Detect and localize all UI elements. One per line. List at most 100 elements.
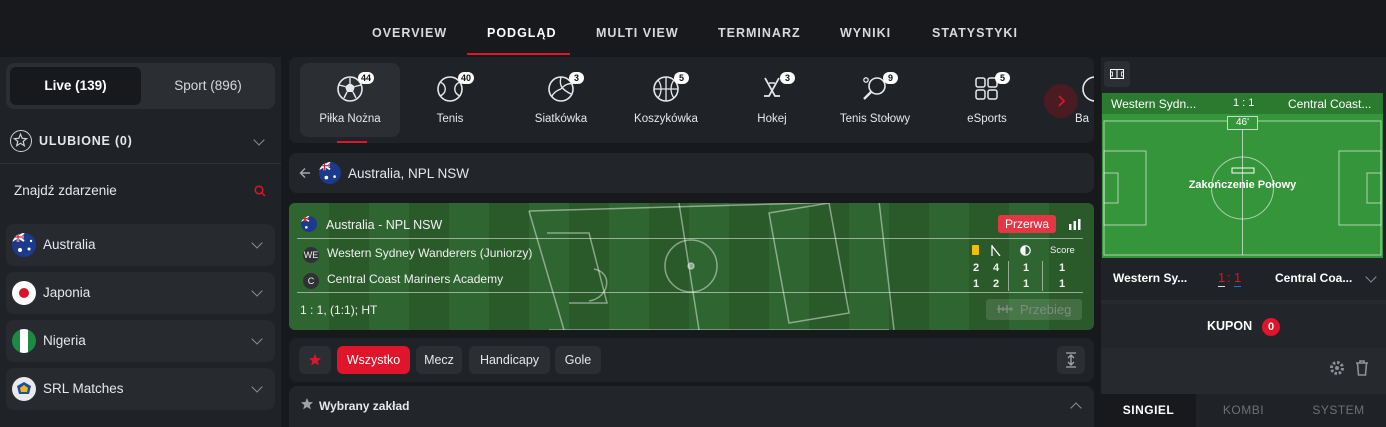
srl-logo-icon — [12, 377, 36, 401]
sport-item-tenis-stolowy[interactable]: 9 Tenis Stołowy — [825, 63, 925, 137]
search-icon[interactable] — [254, 185, 266, 197]
pitch-away-team: Central Coast... — [1288, 97, 1372, 111]
nav-wyniki[interactable]: WYNIKI — [840, 26, 891, 40]
picked-bet-section[interactable]: Wybrany zakład — [289, 386, 1094, 427]
baseball-icon — [1082, 76, 1094, 102]
away-team-name: Central Coast Mariners Academy — [327, 272, 504, 286]
home-team-name: Western Sydney Wanderers (Juniorzy) — [327, 246, 533, 260]
half-time-icon — [1020, 245, 1031, 256]
pitch-home-team: Western Sydn... — [1111, 97, 1197, 111]
sport-label: Tenis — [436, 113, 464, 125]
away-score: 1 — [1059, 278, 1066, 290]
live-tab[interactable]: Live (139) — [10, 67, 141, 105]
row-score-sep: : — [1227, 270, 1231, 285]
count-badge: 3 — [780, 72, 795, 84]
row-home-score: 1 — [1218, 270, 1226, 287]
timeline-icon — [997, 305, 1013, 313]
chevron-down-icon — [251, 285, 263, 297]
market-filters: Wszystko Mecz Handicapy Gole — [289, 338, 1094, 382]
tab-singiel[interactable]: SINGIEL — [1101, 394, 1196, 427]
country-item-japonia[interactable]: Japonia — [6, 272, 275, 314]
sport-item-tenis[interactable]: 40 Tenis — [400, 63, 500, 137]
collapse-all-button[interactable] — [1057, 346, 1085, 374]
sport-item-esports[interactable]: 5 eSports — [937, 63, 1037, 137]
filter-gole[interactable]: Gole — [555, 346, 601, 374]
divider — [297, 238, 1083, 239]
country-item-australia[interactable]: Australia — [6, 224, 275, 266]
corner-flag-icon — [991, 245, 1001, 256]
count-badge: 40 — [458, 72, 475, 84]
score-row[interactable]: Western Sy... 1 : 1 Central Coa... — [1101, 259, 1386, 299]
away-team-badge: C — [303, 273, 319, 289]
home-yellow-cards: 2 — [973, 262, 980, 274]
sport-active-indicator — [337, 141, 367, 143]
back-arrow-icon[interactable] — [299, 167, 311, 179]
chevron-down-icon — [251, 333, 263, 345]
country-item-srl-matches[interactable]: SRL Matches — [6, 368, 275, 410]
count-badge: 9 — [883, 72, 898, 84]
filter-mecz[interactable]: Mecz — [416, 346, 462, 374]
away-half-score: 1 — [1023, 278, 1030, 290]
favorites-label: ULUBIONE (0) — [39, 134, 133, 148]
chevron-up-icon — [1070, 402, 1082, 414]
sport-tab[interactable]: Sport (896) — [143, 67, 273, 105]
picked-bet-label: Wybrany zakład — [319, 399, 410, 413]
sidebar: Live (139) Sport (896) ULUBIONE (0) Znaj… — [0, 57, 281, 427]
yellow-card-icon — [972, 245, 979, 255]
filter-handicapy[interactable]: Handicapy — [469, 346, 550, 374]
match-card[interactable]: Australia - NPL NSW Przerwa WE Western S… — [289, 203, 1094, 330]
row-away-team: Central Coa... — [1275, 271, 1353, 285]
nav-multi-view[interactable]: MULTI VIEW — [596, 26, 679, 40]
stats-bars-icon[interactable] — [1069, 219, 1081, 230]
trash-icon[interactable] — [1355, 360, 1369, 376]
filter-wszystko[interactable]: Wszystko — [337, 346, 410, 374]
sport-item-siatkowka[interactable]: 3 Siatkówka — [511, 63, 611, 137]
australia-flag-icon — [12, 233, 36, 257]
australia-flag-icon — [301, 216, 317, 232]
country-name: Australia — [43, 237, 96, 252]
pitch-score: 1 : 1 — [1233, 97, 1255, 109]
nav-terminarz[interactable]: TERMINARZ — [718, 26, 801, 40]
timeline-button[interactable]: Przebieg — [986, 299, 1082, 320]
search-input[interactable]: Znajdź zdarzenie — [14, 183, 117, 198]
sport-item-hokej[interactable]: 3 Hokej — [722, 63, 822, 137]
sport-label: eSports — [967, 113, 1007, 125]
match-league: Australia - NPL NSW — [326, 218, 443, 232]
bet-type-tabs: SINGIEL KOMBI SYSTEM — [1101, 394, 1386, 427]
country-item-nigeria[interactable]: Nigeria — [6, 320, 275, 362]
breadcrumb-title: Australia, NPL NSW — [348, 166, 470, 181]
gear-icon[interactable] — [1329, 360, 1345, 376]
country-name: SRL Matches — [43, 381, 124, 396]
sport-label: Tenis Stołowy — [839, 113, 911, 125]
search-field[interactable]: Znajdź zdarzenie — [0, 169, 281, 213]
score-header: Score — [1050, 245, 1075, 256]
chevron-down-icon — [251, 237, 263, 249]
nav-podglad[interactable]: PODGLĄD — [487, 26, 557, 40]
collapse-icon — [1066, 352, 1076, 368]
away-corners: 2 — [993, 278, 1000, 290]
sport-item-koszykowka[interactable]: 5 Koszykówka — [616, 63, 716, 137]
home-score: 1 — [1059, 262, 1066, 274]
top-navigation: OVERVIEW PODGLĄD MULTI VIEW TERMINARZ WY… — [0, 0, 1386, 56]
pitch-view-toggle[interactable] — [1104, 61, 1130, 87]
favorites-filter-button[interactable] — [299, 346, 331, 374]
divider — [297, 292, 1083, 293]
tab-system[interactable]: SYSTEM — [1291, 394, 1386, 427]
scroll-right-button[interactable] — [1044, 84, 1078, 118]
count-badge: 44 — [358, 72, 375, 84]
nav-statystyki[interactable]: STATYSTYKI — [932, 26, 1018, 40]
bet-slip-header[interactable]: KUPON 0 — [1101, 304, 1386, 348]
pitch-icon — [1110, 69, 1124, 79]
home-corners: 4 — [993, 262, 1000, 274]
home-team-badge: WE — [303, 247, 319, 263]
country-name: Japonia — [43, 285, 91, 300]
favorites-section[interactable]: ULUBIONE (0) — [0, 119, 281, 164]
japan-flag-icon — [12, 281, 36, 305]
star-icon — [10, 130, 32, 152]
sport-item-pilka-nozna[interactable]: 44 Piłka Nożna — [300, 63, 400, 137]
count-badge: 3 — [569, 72, 584, 84]
star-icon — [309, 354, 321, 366]
tab-kombi[interactable]: KOMBI — [1196, 394, 1291, 427]
country-name: Nigeria — [43, 333, 86, 348]
nav-overview[interactable]: OVERVIEW — [372, 26, 447, 40]
